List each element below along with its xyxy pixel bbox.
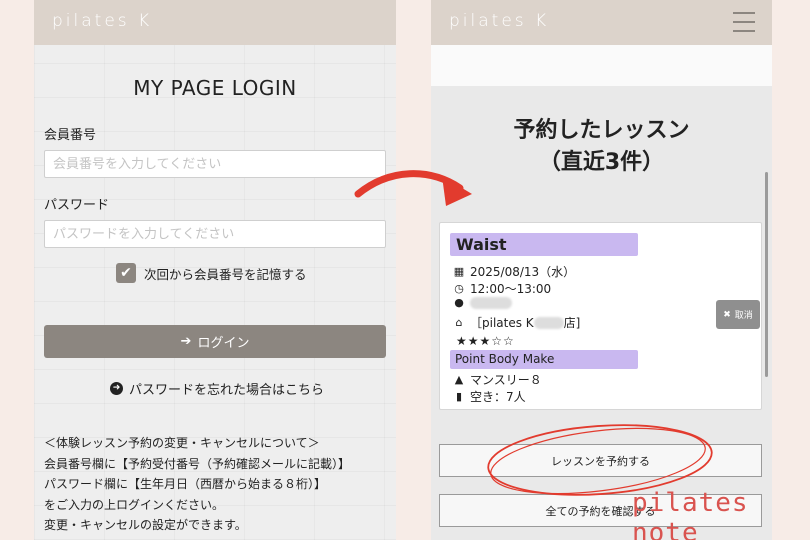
- bar-chart-icon: ▮: [455, 390, 463, 403]
- password-input[interactable]: [44, 220, 386, 248]
- transition-arrow: [354, 170, 472, 206]
- instructor-row: ●: [452, 296, 512, 309]
- clock-icon: ◷: [454, 282, 464, 295]
- lesson-time: 12:00～13:00: [470, 282, 552, 296]
- hamburger-icon[interactable]: [733, 12, 755, 32]
- difficulty-stars: ★★★☆☆: [456, 334, 515, 348]
- plan-name: マンスリー８: [470, 373, 542, 387]
- remember-member-checkbox[interactable]: ✔ 次回から会員番号を記憶する: [116, 263, 307, 283]
- header-bar: pilates K: [431, 0, 772, 45]
- page-title: MY PAGE LOGIN: [133, 76, 297, 100]
- reserved-lessons-title: 予約したレッスン （直近3件）: [431, 115, 772, 179]
- remember-label: 次回から会員番号を記憶する: [144, 266, 307, 282]
- close-icon: ✖: [723, 309, 731, 320]
- notice-line: 変更・キャンセルの設定ができます。: [44, 518, 247, 532]
- instructor-name-redacted: [470, 296, 512, 309]
- lesson-card: Waist ▦ 2025/08/13（水） ◷ 12:00～13:00 ● ⌂ …: [439, 222, 762, 410]
- scrollbar[interactable]: [765, 172, 768, 377]
- lesson-time-row: ◷ 12:00～13:00: [452, 280, 551, 297]
- forgot-password-label: パスワードを忘れた場合はこちら: [129, 383, 325, 398]
- forgot-password-link[interactable]: ➜ パスワードを忘れた場合はこちら: [110, 379, 324, 398]
- plan-row: ▲ マンスリー８: [452, 371, 542, 388]
- sign-in-icon: ➔: [180, 334, 192, 349]
- store-prefix: ［pilates K: [470, 316, 534, 330]
- trial-notice: ＜体験レッスン予約の変更・キャンセルについて＞ 会員番号欄に【予約受付番号（予約…: [44, 433, 390, 536]
- notice-line: パスワード欄に【生年月日（西暦から始まる８桁）】: [44, 477, 327, 491]
- header-bar: pilates K: [34, 0, 396, 45]
- lesson-date-row: ▦ 2025/08/13（水）: [452, 263, 575, 280]
- road-icon: ▲: [454, 373, 464, 386]
- title-line: （直近3件）: [538, 150, 665, 175]
- notice-line: ＜体験レッスン予約の変更・キャンセルについて＞: [44, 436, 320, 450]
- program-name: Point Body Make: [450, 350, 638, 369]
- home-icon: ⌂: [455, 316, 463, 329]
- content-band: [431, 45, 772, 86]
- brand-logo[interactable]: pilates K: [52, 11, 152, 31]
- cancel-button-label: 取消: [734, 311, 753, 321]
- lesson-name: Waist: [450, 233, 638, 256]
- login-screen: pilates K MY PAGE LOGIN 会員番号 パスワード ✔ 次回か…: [34, 0, 396, 540]
- user-icon: ●: [454, 296, 464, 309]
- availability-row: ▮ 空き：7人: [452, 388, 526, 405]
- watermark: pilates note: [632, 488, 749, 540]
- login-button-label: ログイン: [197, 336, 250, 351]
- store-name-redacted: [533, 316, 564, 329]
- login-button[interactable]: ➔ ログイン: [44, 325, 386, 358]
- cancel-button[interactable]: ✖ 取消: [716, 300, 760, 329]
- password-label: パスワード: [44, 198, 110, 213]
- notice-line: をご入力の上ログインください。: [44, 497, 225, 512]
- check-icon[interactable]: ✔: [116, 263, 136, 283]
- brand-logo[interactable]: pilates K: [449, 11, 549, 31]
- availability: 空き：7人: [470, 390, 526, 404]
- title-line: 予約したレッスン: [513, 118, 690, 143]
- member-number-label: 会員番号: [44, 128, 97, 143]
- calendar-icon: ▦: [453, 265, 465, 278]
- member-number-input[interactable]: [44, 150, 386, 178]
- store-row: ⌂ ［pilates K 店]: [452, 314, 581, 331]
- store-suffix: 店]: [563, 316, 581, 330]
- arrow-circle-right-icon: ➜: [110, 382, 123, 395]
- notice-line: 会員番号欄に【予約受付番号（予約確認メールに記載）】: [44, 456, 351, 471]
- lesson-date: 2025/08/13（水）: [470, 265, 576, 279]
